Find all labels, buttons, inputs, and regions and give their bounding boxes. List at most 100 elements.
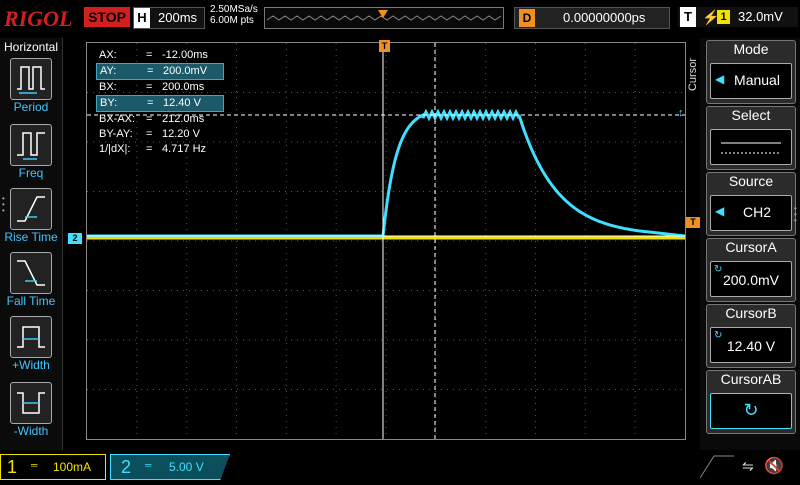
timebase-readout[interactable]: H 200ms xyxy=(133,7,205,29)
cursor-b-softkey[interactable]: CursorB ↻ 12.40 V xyxy=(706,304,796,368)
ch2-status[interactable]: 2 ═ 5.00 V xyxy=(110,454,230,480)
source-value: CH2 xyxy=(742,204,771,220)
top-status-bar: RIGOL STOP H 200ms 2.50MSa/s 6.00M pts D… xyxy=(0,0,800,38)
cursor-ab-value-box: ↻ xyxy=(710,393,792,429)
cursor-ab-label: CursorAB xyxy=(720,371,782,387)
ch1-number: 1 xyxy=(7,457,18,477)
tab-shape-icon xyxy=(699,455,734,479)
ch2-number: 2 xyxy=(121,457,132,477)
freq-button[interactable] xyxy=(10,124,52,166)
cursor-row-equals: = xyxy=(146,49,153,61)
mode-value-box: ◀ Manual xyxy=(710,63,792,99)
trigger-tag: T xyxy=(680,7,696,27)
fall-time-icon xyxy=(17,260,45,286)
cursor-menu-title: Cursor xyxy=(687,58,699,92)
pos-width-button[interactable] xyxy=(10,316,52,358)
trigger-level-marker[interactable]: T xyxy=(686,217,700,228)
cursor-row-value: 200.0ms xyxy=(162,81,205,93)
ch2-offset-marker[interactable]: 2 xyxy=(68,233,82,244)
cursor-ab-knob-icon: ↻ xyxy=(743,400,759,420)
rise-time-button[interactable] xyxy=(10,188,52,230)
delay-value: 0.00000000ps xyxy=(563,10,646,25)
cursor-row-equals: = xyxy=(146,143,153,155)
memory-depth: 6.00M pts xyxy=(210,15,254,26)
timebase-value: 200ms xyxy=(158,10,198,25)
neg-width-icon xyxy=(17,392,45,414)
cursor-a-label: CursorA xyxy=(725,239,777,255)
cursor-row-value: 212.0ms xyxy=(162,113,205,125)
select-label: Select xyxy=(731,107,771,123)
source-label: Source xyxy=(728,173,774,189)
cursor-row-key: BY-AY: xyxy=(99,128,133,140)
pos-width-label: +Width xyxy=(12,358,50,372)
cursor-row-equals: = xyxy=(146,81,153,93)
cursor-row-key: BX: xyxy=(99,81,117,93)
neg-width-button[interactable] xyxy=(10,382,52,424)
cursor-row-value: 12.20 V xyxy=(162,128,200,140)
brand-logo: RIGOL xyxy=(4,6,73,31)
delay-tag: D xyxy=(519,9,535,27)
rise-time-label: Rise Time xyxy=(4,230,58,244)
trigger-position-marker-top xyxy=(378,7,388,18)
freq-label: Freq xyxy=(18,166,44,180)
mode-value: Manual xyxy=(734,72,780,88)
cursor-a-value: 200.0mV xyxy=(722,272,780,288)
right-panel-page-dots: • • • xyxy=(794,204,797,225)
cursor-row-value: 200.0mV xyxy=(163,65,208,77)
cursor-b-value: 12.40 V xyxy=(726,338,776,354)
trigger-readout[interactable]: T ⚡ 1 32.0mV xyxy=(678,7,798,27)
freq-icon xyxy=(17,132,45,160)
timebase-tag: H xyxy=(134,8,150,28)
bottom-tab-shape xyxy=(699,452,734,480)
select-value-box xyxy=(710,129,792,165)
cursor-ab-softkey[interactable]: CursorAB ↻ xyxy=(706,370,796,434)
cursor-row-value: 12.40 V xyxy=(163,97,201,109)
run-stop-status[interactable]: STOP xyxy=(84,7,130,27)
cursor-row: AY: = 200.0mV xyxy=(96,63,224,80)
trigger-channel: 1 xyxy=(717,10,730,24)
cursor-row: BY: = 12.40 V xyxy=(96,95,224,112)
cursor-row-equals: = xyxy=(146,113,153,125)
acquisition-info: 2.50MSa/s 6.00M pts xyxy=(210,4,258,26)
pos-width-icon xyxy=(17,326,45,348)
mode-softkey[interactable]: Mode ◀ Manual xyxy=(706,40,796,104)
ch2-coupling-icon: ═ xyxy=(145,460,152,470)
delay-readout[interactable]: D 0.00000000ps xyxy=(514,7,670,29)
mode-label: Mode xyxy=(733,41,769,57)
trigger-level: 32.0mV xyxy=(738,9,783,24)
rise-time-icon xyxy=(17,196,45,222)
cursor-row: BX-AX: = 212.0ms xyxy=(96,112,224,127)
cursor-b-handle-icon[interactable]: ↕ xyxy=(678,107,684,119)
cursor-row: AX: = -12.00ms xyxy=(96,48,224,63)
usb-icon: ⇋ xyxy=(742,458,754,474)
fall-time-label: Fall Time xyxy=(6,294,56,308)
cursor-row-value: -12.00ms xyxy=(162,49,208,61)
cursor-row: 1/|dX|: = 4.717 Hz xyxy=(96,142,224,157)
cursor-row-value: 4.717 Hz xyxy=(162,143,207,155)
cursor-row: BY-AY: = 12.20 V xyxy=(96,127,224,142)
cursor-a-softkey[interactable]: CursorA ↻ 200.0mV xyxy=(706,238,796,302)
period-button[interactable] xyxy=(10,58,52,100)
ch2-scale: 5.00 V xyxy=(169,460,204,474)
cursor-row-equals: = xyxy=(147,65,154,77)
fall-time-button[interactable] xyxy=(10,252,52,294)
sample-rate: 2.50MSa/s xyxy=(210,4,258,15)
period-icon xyxy=(17,66,45,94)
select-softkey[interactable]: Select xyxy=(706,106,796,170)
ch1-status[interactable]: 1 ═ 100mA xyxy=(0,454,106,480)
cursor-a-value-box: ↻ 200.0mV xyxy=(710,261,792,297)
select-cursor-lines-icon xyxy=(721,142,781,154)
source-value-box: ◀ CH2 xyxy=(710,195,792,231)
panel-title: Horizontal xyxy=(3,40,59,54)
period-label: Period xyxy=(13,100,49,114)
trigger-position-icon xyxy=(378,10,388,18)
left-panel-page-dots: • • • xyxy=(2,194,5,215)
source-softkey[interactable]: Source ◀ CH2 xyxy=(706,172,796,236)
mute-icon[interactable]: 🔇 xyxy=(764,456,784,476)
cursor-row-key: AY: xyxy=(100,65,117,77)
horizontal-measure-panel: Horizontal Period Freq Rise Time Fall Ti… xyxy=(0,38,63,450)
cursor-row-key: 1/|dX|: xyxy=(99,143,131,155)
ch1-coupling-icon: ═ xyxy=(31,460,38,470)
trigger-position-marker[interactable]: T xyxy=(379,40,390,52)
cursor-row-key: BX-AX: xyxy=(99,113,136,125)
